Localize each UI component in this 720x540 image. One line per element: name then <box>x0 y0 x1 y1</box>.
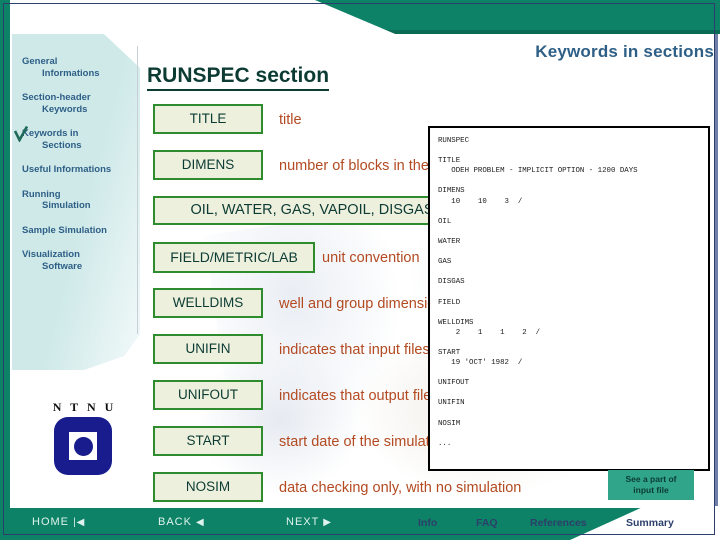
keyword-button-title[interactable]: TITLE <box>153 104 263 134</box>
footer-link-info[interactable]: Info <box>418 517 437 529</box>
sidebar-item-section-header-keywords[interactable]: Section-header Keywords <box>12 92 142 115</box>
keyword-description: well and group dimensions <box>279 296 451 312</box>
sidebar-item-running-simulation[interactable]: Running Simulation <box>12 189 142 212</box>
sidebar-item-label: Sample Simulation <box>22 224 107 236</box>
page-title: RUNSPEC section <box>147 64 330 91</box>
keyword-button-phases[interactable]: OIL, WATER, GAS, VAPOIL, DISGAS <box>153 196 471 225</box>
see-input-file-button[interactable]: See a part of input file <box>608 470 694 500</box>
sidebar-item-sample-simulation[interactable]: Sample Simulation <box>12 225 142 237</box>
first-slide-icon: |◀ <box>73 517 86 528</box>
sidebar-item-label-2: Simulation <box>42 200 91 211</box>
see-input-file-line2: input file <box>633 485 669 495</box>
footer-link-references[interactable]: References <box>530 517 587 529</box>
keyword-button-start[interactable]: START <box>153 426 263 456</box>
next-button[interactable]: NEXT ▶ <box>286 516 332 528</box>
ntnu-logo: N T N U <box>36 400 130 484</box>
sidebar-item-useful-informations[interactable]: Useful Informations <box>12 164 142 176</box>
sidebar-item-label-2: Keywords <box>42 103 88 115</box>
footer-link-faq[interactable]: FAQ <box>476 517 498 529</box>
sidebar-item-keywords-in-sections[interactable]: Keywords in Sections <box>12 126 142 151</box>
sidebar-item-label: Running <box>22 188 61 200</box>
see-input-file-line1: See a part of <box>625 474 677 484</box>
keyword-description: title <box>279 112 302 128</box>
checkmark-icon <box>14 126 28 142</box>
keyword-button-welldims[interactable]: WELLDIMS <box>153 288 263 318</box>
keyword-description: start date of the simulation <box>279 434 450 450</box>
sidebar-item-label-2: Informations <box>42 67 100 79</box>
next-slide-icon: ▶ <box>323 517 332 528</box>
next-label: NEXT <box>286 516 320 528</box>
page-kicker: Keywords in sections <box>535 42 714 61</box>
home-button[interactable]: HOME |◀ <box>32 516 85 528</box>
keyword-description: data checking only, with no simulation <box>279 480 522 496</box>
input-file-preview: RUNSPEC TITLE ODEH PROBLEM - IMPLICIT OP… <box>428 126 710 471</box>
sidebar-nav: General Informations Section-header Keyw… <box>12 56 142 285</box>
sidebar-item-label-2: Sections <box>42 139 82 151</box>
back-button[interactable]: BACK ◀ <box>158 516 205 528</box>
right-edge-shadow <box>715 34 718 508</box>
keyword-button-unifin[interactable]: UNIFIN <box>153 334 263 364</box>
keyword-button-units[interactable]: FIELD/METRIC/LAB <box>153 242 315 273</box>
sidebar-item-visualization-software[interactable]: Visualization Software <box>12 249 142 272</box>
home-label: HOME <box>32 516 69 528</box>
ntnu-logo-icon <box>54 417 112 475</box>
ntnu-wordmark: N T N U <box>52 400 117 414</box>
keyword-button-nosim[interactable]: NOSIM <box>153 472 263 502</box>
slide-canvas: General Informations Section-header Keyw… <box>0 0 720 540</box>
keyword-description: unit convention <box>322 250 420 266</box>
sidebar-item-label: Keywords in <box>22 128 79 139</box>
sidebar-item-general-informations[interactable]: General Informations <box>12 56 142 79</box>
sidebar-item-label: Section-header <box>22 92 91 103</box>
keyword-button-unifout[interactable]: UNIFOUT <box>153 380 263 410</box>
left-green-band <box>0 0 10 540</box>
keyword-button-dimens[interactable]: DIMENS <box>153 150 263 180</box>
back-label: BACK <box>158 516 192 528</box>
sidebar-item-label: General <box>22 56 58 67</box>
previous-slide-icon: ◀ <box>196 517 205 528</box>
footer-link-summary[interactable]: Summary <box>626 517 674 529</box>
input-file-text: RUNSPEC TITLE ODEH PROBLEM - IMPLICIT OP… <box>438 137 638 448</box>
sidebar-item-label: Visualization <box>22 249 80 260</box>
sidebar-item-label: Useful Informations <box>22 164 112 175</box>
sidebar-item-label-2: Software <box>42 260 83 272</box>
